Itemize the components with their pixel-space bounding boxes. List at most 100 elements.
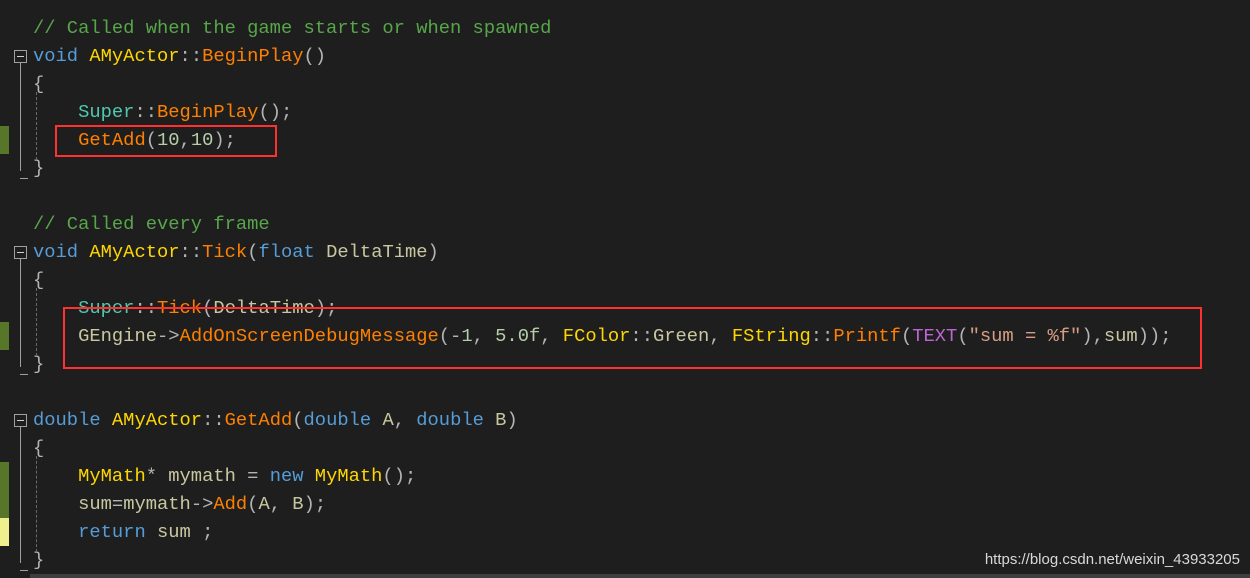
- code-token-punc: {: [33, 269, 45, 291]
- code-line[interactable]: // Called when the game starts or when s…: [33, 14, 551, 42]
- code-token-cls: AMyActor: [89, 241, 180, 263]
- code-token-punc: =: [235, 465, 270, 487]
- code-line[interactable]: sum=mymath->Add(A, B);: [33, 490, 326, 518]
- code-line[interactable]: return sum ;: [33, 518, 213, 546]
- code-token-punc: [33, 101, 78, 123]
- code-token-punc: );: [303, 493, 327, 515]
- fold-guide: [20, 427, 21, 563]
- code-line[interactable]: {: [33, 434, 44, 462]
- code-token-kw: new: [269, 465, 304, 487]
- code-token-punc: {: [33, 73, 45, 95]
- code-token-cls: AMyActor: [111, 409, 203, 431]
- code-line[interactable]: double AMyActor::GetAdd(double A, double…: [33, 406, 518, 434]
- change-marker: [0, 126, 9, 154]
- collapse-icon[interactable]: [14, 50, 27, 63]
- code-token-punc: =: [111, 493, 124, 515]
- code-token-comment: // Called every frame: [33, 213, 270, 235]
- code-token-kw: double: [33, 409, 101, 431]
- collapse-icon[interactable]: [14, 246, 27, 259]
- fold-guide: [20, 259, 21, 367]
- watermark: https://blog.csdn.net/weixin_43933205: [984, 551, 1240, 568]
- code-token-punc: ->: [190, 493, 214, 515]
- code-token-var: sum: [78, 493, 112, 515]
- code-token-param: DeltaTime: [326, 241, 428, 263]
- code-line[interactable]: Super::BeginPlay();: [33, 98, 292, 126]
- code-line[interactable]: MyMath* mymath = new MyMath();: [33, 462, 416, 490]
- code-token-punc: [484, 409, 495, 431]
- code-token-punc: ::: [134, 101, 157, 123]
- code-token-punc: }: [33, 353, 45, 375]
- change-marker: [0, 462, 9, 490]
- fold-guide-end: [20, 374, 28, 375]
- code-token-fn: Add: [213, 493, 248, 515]
- highlight-box-debug-message: [63, 307, 1202, 369]
- code-token-param: B: [495, 409, 507, 431]
- code-token-cls: MyMath: [78, 465, 146, 487]
- code-token-param: A: [258, 493, 270, 515]
- code-token-param: B: [292, 493, 304, 515]
- code-token-var: mymath: [168, 465, 236, 487]
- code-token-punc: ();: [382, 465, 417, 487]
- code-token-punc: [315, 241, 326, 263]
- code-token-param: A: [382, 409, 394, 431]
- code-token-kw: double: [303, 409, 372, 431]
- code-token-kw: void: [33, 241, 79, 263]
- code-token-punc: }: [33, 157, 45, 179]
- indent-guide: [36, 92, 37, 160]
- code-token-punc: [146, 521, 157, 543]
- highlight-box-getadd-call: [55, 125, 277, 157]
- fold-guide-end: [20, 570, 28, 571]
- code-token-punc: ,: [269, 493, 293, 515]
- code-token-punc: ;: [190, 521, 214, 543]
- code-token-kw: double: [416, 409, 484, 431]
- change-marker: [0, 322, 9, 350]
- code-token-punc: [371, 409, 382, 431]
- code-line[interactable]: }: [33, 350, 44, 378]
- code-token-cls: MyMath: [314, 465, 383, 487]
- code-token-punc: [78, 45, 89, 67]
- code-line[interactable]: }: [33, 546, 44, 574]
- code-line[interactable]: // Called every frame: [33, 210, 270, 238]
- code-token-fn: GetAdd: [224, 409, 293, 431]
- code-token-kw: return: [78, 521, 146, 543]
- code-token-punc: {: [33, 437, 45, 459]
- code-token-comment: // Called when the game starts or when s…: [33, 17, 552, 39]
- code-token-punc: ::: [179, 241, 203, 263]
- code-token-punc: [78, 241, 89, 263]
- code-line[interactable]: {: [33, 70, 44, 98]
- code-token-var: mymath: [123, 493, 191, 515]
- code-token-punc: [33, 521, 78, 543]
- code-token-cls: AMyActor: [89, 45, 180, 67]
- code-line[interactable]: void AMyActor::Tick(float DeltaTime): [33, 238, 439, 266]
- code-token-punc: ): [427, 241, 439, 263]
- code-token-punc: [33, 465, 78, 487]
- code-line[interactable]: void AMyActor::BeginPlay(): [33, 42, 326, 70]
- fold-guide: [20, 63, 21, 171]
- code-token-punc: ,: [393, 409, 417, 431]
- code-token-var: sum: [157, 521, 191, 543]
- code-line[interactable]: }: [33, 154, 44, 182]
- code-token-kw: float: [258, 241, 315, 263]
- code-line[interactable]: {: [33, 266, 44, 294]
- code-token-super: Super: [78, 101, 135, 123]
- code-token-punc: [304, 465, 315, 487]
- code-token-fn: Tick: [202, 241, 248, 263]
- code-token-punc: (: [292, 409, 304, 431]
- code-token-fn: BeginPlay: [202, 45, 304, 67]
- collapse-icon[interactable]: [14, 414, 27, 427]
- indent-guide: [36, 456, 37, 552]
- change-marker: [0, 490, 9, 518]
- code-token-punc: (: [247, 241, 259, 263]
- horizontal-scrollbar[interactable]: [30, 574, 1250, 578]
- code-token-punc: [101, 409, 112, 431]
- code-token-punc: ::: [179, 45, 203, 67]
- code-token-punc: (: [247, 493, 259, 515]
- code-token-punc: ();: [258, 101, 293, 123]
- code-token-punc: (): [303, 45, 327, 67]
- fold-guide-end: [20, 178, 28, 179]
- code-token-fn: BeginPlay: [157, 101, 259, 123]
- code-token-punc: ): [506, 409, 518, 431]
- code-token-punc: *: [145, 465, 169, 487]
- code-token-kw: void: [33, 45, 79, 67]
- code-token-punc: [33, 493, 78, 515]
